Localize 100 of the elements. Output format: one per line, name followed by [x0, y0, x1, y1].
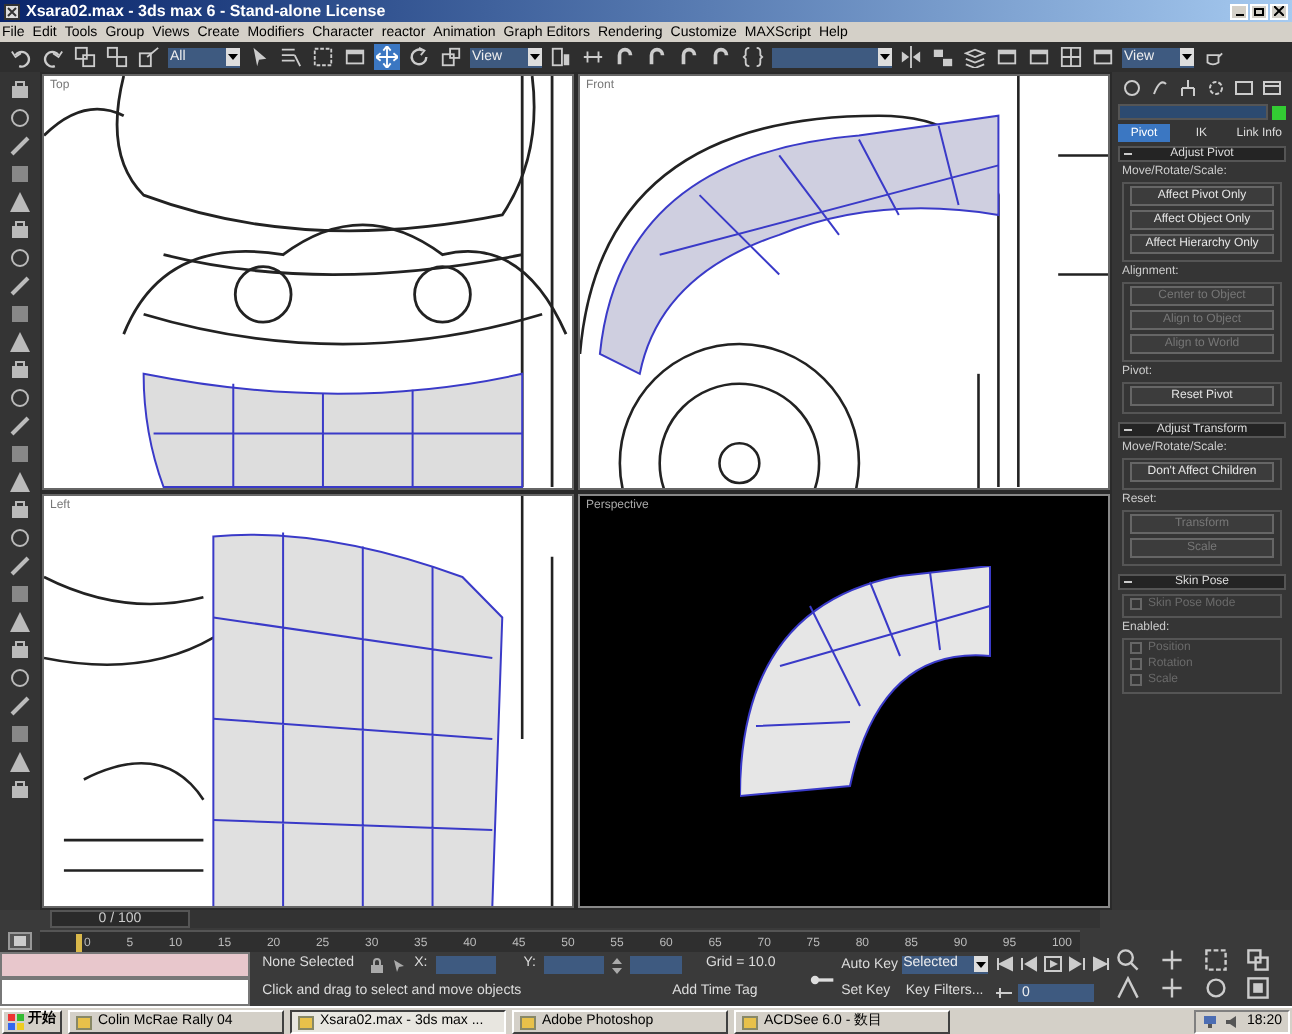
minimize-button[interactable] — [1230, 3, 1248, 19]
magnet-icon[interactable] — [646, 46, 668, 68]
tool-icon[interactable] — [8, 330, 32, 354]
tool-icon[interactable] — [8, 666, 32, 690]
time-config-icon[interactable] — [995, 985, 1012, 1000]
link-icon[interactable] — [74, 46, 96, 68]
rotate-icon[interactable] — [408, 46, 430, 68]
tool-icon[interactable] — [8, 554, 32, 578]
tool-icon[interactable] — [8, 358, 32, 382]
next-frame-icon[interactable] — [1067, 956, 1086, 973]
frame-marker[interactable] — [76, 933, 82, 951]
unlink-icon[interactable] — [106, 46, 128, 68]
display-icon[interactable] — [1234, 78, 1254, 98]
window-icon[interactable] — [1028, 46, 1050, 68]
window-icon[interactable] — [344, 46, 366, 68]
scale-icon[interactable] — [440, 46, 462, 68]
speaker-icon[interactable] — [1224, 1013, 1241, 1029]
app-icon — [4, 3, 20, 19]
braces-icon[interactable] — [742, 46, 764, 68]
go-to-start-icon[interactable] — [995, 956, 1014, 973]
mirror-icon[interactable] — [900, 46, 922, 68]
tool-icon[interactable] — [8, 302, 32, 326]
tool-icon[interactable] — [8, 442, 32, 466]
select-by-name-icon[interactable] — [280, 46, 302, 68]
window-icon[interactable] — [996, 46, 1018, 68]
bind-icon[interactable] — [138, 46, 160, 68]
tool-icon[interactable] — [8, 722, 32, 746]
window-icon[interactable] — [1092, 46, 1114, 68]
x-coordinate-field[interactable] — [435, 956, 496, 974]
tool-icon[interactable] — [8, 694, 32, 718]
magnet-icon[interactable] — [678, 46, 700, 68]
zoom-extents-all-icon[interactable] — [1246, 948, 1271, 972]
y-coordinate-field[interactable] — [543, 956, 604, 974]
key-icon[interactable] — [809, 973, 834, 985]
align-icon[interactable] — [932, 46, 954, 68]
lock-icon[interactable] — [370, 957, 385, 973]
go-to-end-icon[interactable] — [1091, 956, 1110, 973]
tool-icon[interactable] — [8, 582, 32, 606]
magnet-icon[interactable] — [710, 46, 732, 68]
tool-icon[interactable] — [8, 414, 32, 438]
maximize-button[interactable] — [1250, 3, 1268, 19]
tool-icon[interactable] — [8, 78, 32, 102]
orbit-icon[interactable] — [1203, 976, 1227, 1000]
spinner-icon[interactable] — [611, 957, 622, 973]
pivot-icon[interactable] — [550, 46, 572, 68]
dropdown-field[interactable] — [772, 47, 892, 67]
maxscript-input-field[interactable] — [0, 978, 251, 1006]
tool-icon[interactable] — [8, 134, 32, 158]
dropdown-arrow-icon — [530, 54, 540, 60]
tool-icon[interactable] — [8, 610, 32, 634]
windows-logo-icon — [8, 1013, 24, 1029]
window-icon — [742, 1013, 758, 1029]
tool-icon[interactable] — [8, 190, 32, 214]
tool-icon[interactable] — [8, 274, 32, 298]
play-icon[interactable] — [1043, 956, 1062, 973]
tool-icon[interactable] — [8, 778, 32, 802]
region-select-icon[interactable] — [312, 46, 334, 68]
undo-icon[interactable] — [10, 46, 32, 68]
network-icon[interactable] — [1202, 1013, 1219, 1029]
tool-icon[interactable] — [8, 498, 32, 522]
tool-icon[interactable] — [8, 638, 32, 662]
tool-icon[interactable] — [8, 750, 32, 774]
tool-icon[interactable] — [8, 106, 32, 130]
hierarchy-icon[interactable] — [1178, 78, 1198, 98]
create-icon[interactable] — [1122, 78, 1142, 98]
z-coordinate-field[interactable] — [629, 956, 682, 974]
manipulate-icon[interactable] — [582, 46, 604, 68]
tool-icon[interactable] — [8, 526, 32, 550]
object-color-swatch[interactable] — [1272, 105, 1286, 119]
cursor-icon[interactable] — [392, 957, 407, 973]
pan-icon[interactable] — [1159, 976, 1184, 1000]
cursor-icon[interactable] — [248, 46, 270, 68]
window-icon — [520, 1013, 536, 1029]
dropdown-arrow-icon — [1182, 54, 1192, 60]
motion-icon[interactable] — [1206, 78, 1226, 98]
zoom-icon[interactable] — [1116, 948, 1140, 972]
maxscript-listener-field[interactable] — [0, 952, 251, 978]
tool-icon[interactable] — [8, 386, 32, 410]
object-name-field[interactable] — [1118, 104, 1268, 120]
track-view-icon[interactable] — [8, 931, 32, 949]
grid-icon[interactable] — [1060, 46, 1082, 68]
previous-frame-icon[interactable] — [1019, 956, 1038, 973]
tool-icon[interactable] — [8, 246, 32, 270]
tool-icon[interactable] — [8, 470, 32, 494]
modify-icon[interactable] — [1150, 78, 1170, 98]
dropdown-arrow-icon — [975, 961, 986, 968]
zoom-extents-icon[interactable] — [1203, 948, 1227, 972]
magnet-icon[interactable] — [614, 46, 636, 68]
dropdown-arrow-icon — [228, 54, 238, 60]
utilities-icon[interactable] — [1262, 78, 1282, 98]
tool-icon[interactable] — [8, 162, 32, 186]
dropdown-arrow-icon — [880, 54, 890, 60]
layers-icon[interactable] — [964, 46, 986, 68]
field-of-view-icon[interactable] — [1116, 976, 1140, 1000]
move-icon[interactable] — [376, 46, 398, 68]
tool-icon[interactable] — [8, 218, 32, 242]
zoom-all-icon[interactable] — [1159, 948, 1184, 972]
close-button[interactable] — [1270, 3, 1288, 19]
maximize-viewport-icon[interactable] — [1246, 976, 1271, 1000]
redo-icon[interactable] — [42, 46, 64, 68]
